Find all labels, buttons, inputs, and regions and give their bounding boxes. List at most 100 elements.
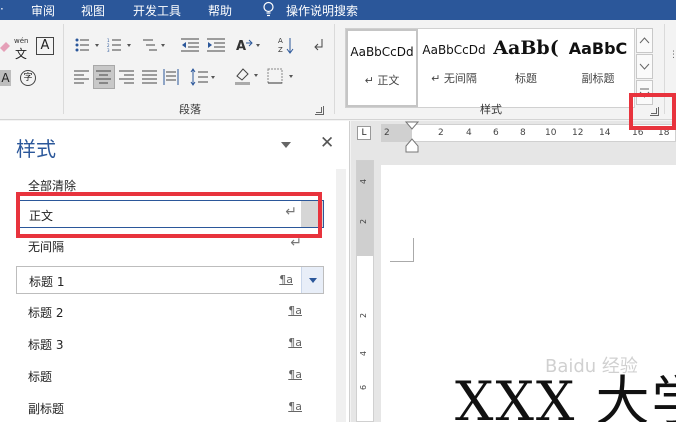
- ruler-tick: 2: [359, 218, 369, 225]
- ruler-tick: 4: [359, 178, 369, 185]
- shading-icon[interactable]: [234, 66, 262, 86]
- eraser-icon[interactable]: [0, 40, 10, 52]
- align-center-button[interactable]: [93, 65, 115, 89]
- lightbulb-icon: [263, 1, 274, 17]
- style-row-heading-2[interactable]: 标题 2 ¶a: [16, 298, 324, 326]
- style-label: 标题 1: [29, 275, 65, 289]
- distributed-icon[interactable]: [163, 69, 179, 85]
- phonetic-top-text: wén: [14, 37, 29, 45]
- phonetic-guide-char: 文: [15, 47, 28, 61]
- svg-text:A: A: [278, 37, 283, 45]
- enclose-characters-icon[interactable]: 字: [20, 70, 36, 86]
- editing-partial-icon[interactable]: ⋮: [669, 50, 676, 60]
- gallery-style-subtitle[interactable]: AaBbC 副标题: [562, 29, 634, 107]
- gallery-sample: AaBb(: [493, 37, 559, 59]
- gallery-name: 副标题: [581, 72, 615, 85]
- borders-icon[interactable]: [267, 68, 297, 84]
- linked-style-icon: ¶a: [288, 304, 302, 317]
- ruler-tick: 6: [493, 128, 499, 138]
- close-icon[interactable]: ✕: [320, 133, 334, 153]
- numbering-icon[interactable]: 1 2 3: [107, 38, 135, 52]
- ruler-tick: 4: [466, 128, 472, 138]
- show-marks-icon[interactable]: [312, 38, 324, 52]
- style-row-heading-3[interactable]: 标题 3 ¶a: [16, 330, 324, 358]
- styles-pane: 样式 ✕ 全部清除 正文 ↵ 无间隔 ↵ 标题 1 ¶a 标题 2 ¶a 标题 …: [0, 121, 350, 422]
- line-spacing-icon[interactable]: [190, 68, 218, 86]
- menu-item-developer[interactable]: 开发工具: [133, 2, 181, 19]
- ruler-tick: 2: [359, 312, 369, 319]
- linked-style-icon: ¶a: [279, 273, 293, 286]
- gallery-sample: AaBbC: [568, 39, 628, 58]
- styles-gallery: AaBbCcDd ↵ 正文 AaBbCcDd ↵ 无间隔 AaBb( 标题 Aa…: [345, 28, 635, 108]
- svg-text:3: 3: [107, 48, 110, 52]
- page-corner-mark: [390, 238, 414, 262]
- gallery-sample: AaBbCcDd: [422, 43, 486, 57]
- gallery-name: ↵ 无间隔: [431, 72, 477, 85]
- linked-style-icon: ¶a: [288, 336, 302, 349]
- pane-options-icon[interactable]: [281, 142, 291, 148]
- style-label: 标题 3: [28, 338, 64, 352]
- paragraph-group-label: 段落: [179, 103, 201, 116]
- chevron-up-icon: [639, 37, 650, 44]
- svg-text:A: A: [236, 39, 246, 53]
- ruler-tick: 12: [572, 128, 584, 138]
- menu-item-help[interactable]: 帮助: [208, 2, 232, 19]
- watermark-logo: Baidu 经验: [545, 356, 638, 377]
- menu-item-view[interactable]: 视图: [81, 2, 105, 19]
- gallery-style-title[interactable]: AaBb( 标题: [490, 29, 562, 107]
- gallery-style-no-spacing[interactable]: AaBbCcDd ↵ 无间隔: [418, 29, 490, 107]
- decrease-indent-icon[interactable]: [181, 38, 201, 52]
- group-separator: [334, 24, 335, 114]
- paragraph-dialog-launcher[interactable]: [315, 106, 324, 115]
- style-dropdown-button[interactable]: [301, 267, 323, 293]
- style-row-heading-1[interactable]: 标题 1 ¶a: [16, 266, 324, 294]
- linked-style-icon: ¶a: [288, 368, 302, 381]
- phonetic-guide-icon[interactable]: wén: [14, 37, 28, 45]
- ruler-tick: 4: [359, 350, 369, 357]
- gallery-sample: AaBbCcDd: [350, 45, 414, 59]
- character-shading-icon[interactable]: A: [0, 70, 11, 86]
- sort-icon[interactable]: AZ: [278, 36, 294, 54]
- bullets-icon[interactable]: [75, 38, 103, 52]
- gallery-style-normal[interactable]: AaBbCcDd ↵ 正文: [346, 29, 418, 107]
- chevron-down-icon: [639, 63, 650, 70]
- align-right-icon[interactable]: [119, 70, 135, 84]
- menu-bar: ⋅ 审阅 视图 开发工具 帮助 操作说明搜索: [0, 0, 676, 20]
- align-left-icon[interactable]: [74, 70, 90, 84]
- styles-group-label: 样式: [480, 103, 502, 116]
- multilevel-list-icon[interactable]: [141, 38, 169, 52]
- ruler-margin: [357, 161, 373, 256]
- gallery-name: ↵ 正文: [364, 74, 400, 87]
- style-row-title[interactable]: 标题 ¶a: [16, 362, 324, 390]
- ruler-tick: 2: [384, 128, 390, 138]
- menu-item-review-partial[interactable]: ⋅: [0, 2, 4, 16]
- vertical-ruler[interactable]: 4 2 2 4 6: [356, 160, 374, 422]
- style-row-subtitle[interactable]: 副标题 ¶a: [16, 394, 324, 422]
- justify-icon[interactable]: [142, 70, 158, 84]
- character-border-icon[interactable]: A: [36, 37, 54, 55]
- pane-title: 样式: [16, 137, 56, 161]
- style-label: 无间隔: [28, 240, 65, 254]
- chinese-layout-icon[interactable]: A: [236, 37, 264, 53]
- ribbon: wén 文 A A 字 1 2 3 A A Z 段落 AaBbCcDd ↵ 正文…: [0, 20, 676, 120]
- ruler-tick: 14: [599, 128, 611, 138]
- ruler-tick: 8: [520, 128, 526, 138]
- style-label: 标题: [28, 370, 53, 384]
- indent-marker-icon[interactable]: [405, 121, 419, 153]
- tell-me-search[interactable]: 操作说明搜索: [286, 2, 358, 19]
- highlight-styles-launcher: [629, 93, 676, 130]
- linked-style-icon: ¶a: [288, 400, 302, 413]
- menu-item-review[interactable]: 审阅: [31, 2, 55, 19]
- increase-indent-icon[interactable]: [207, 38, 227, 52]
- style-label: 标题 2: [28, 306, 64, 320]
- gallery-scroll-down[interactable]: [636, 54, 653, 79]
- ruler-tick: 6: [359, 384, 369, 391]
- style-label: 副标题: [28, 402, 65, 416]
- pane-scrollbar[interactable]: [336, 169, 346, 422]
- gallery-scroll-up[interactable]: [636, 28, 653, 53]
- ruler-tick: 2: [438, 128, 444, 138]
- gallery-name: 标题: [515, 72, 537, 85]
- svg-text:Z: Z: [278, 46, 283, 54]
- tab-selector[interactable]: L: [357, 126, 371, 140]
- group-separator: [63, 24, 64, 114]
